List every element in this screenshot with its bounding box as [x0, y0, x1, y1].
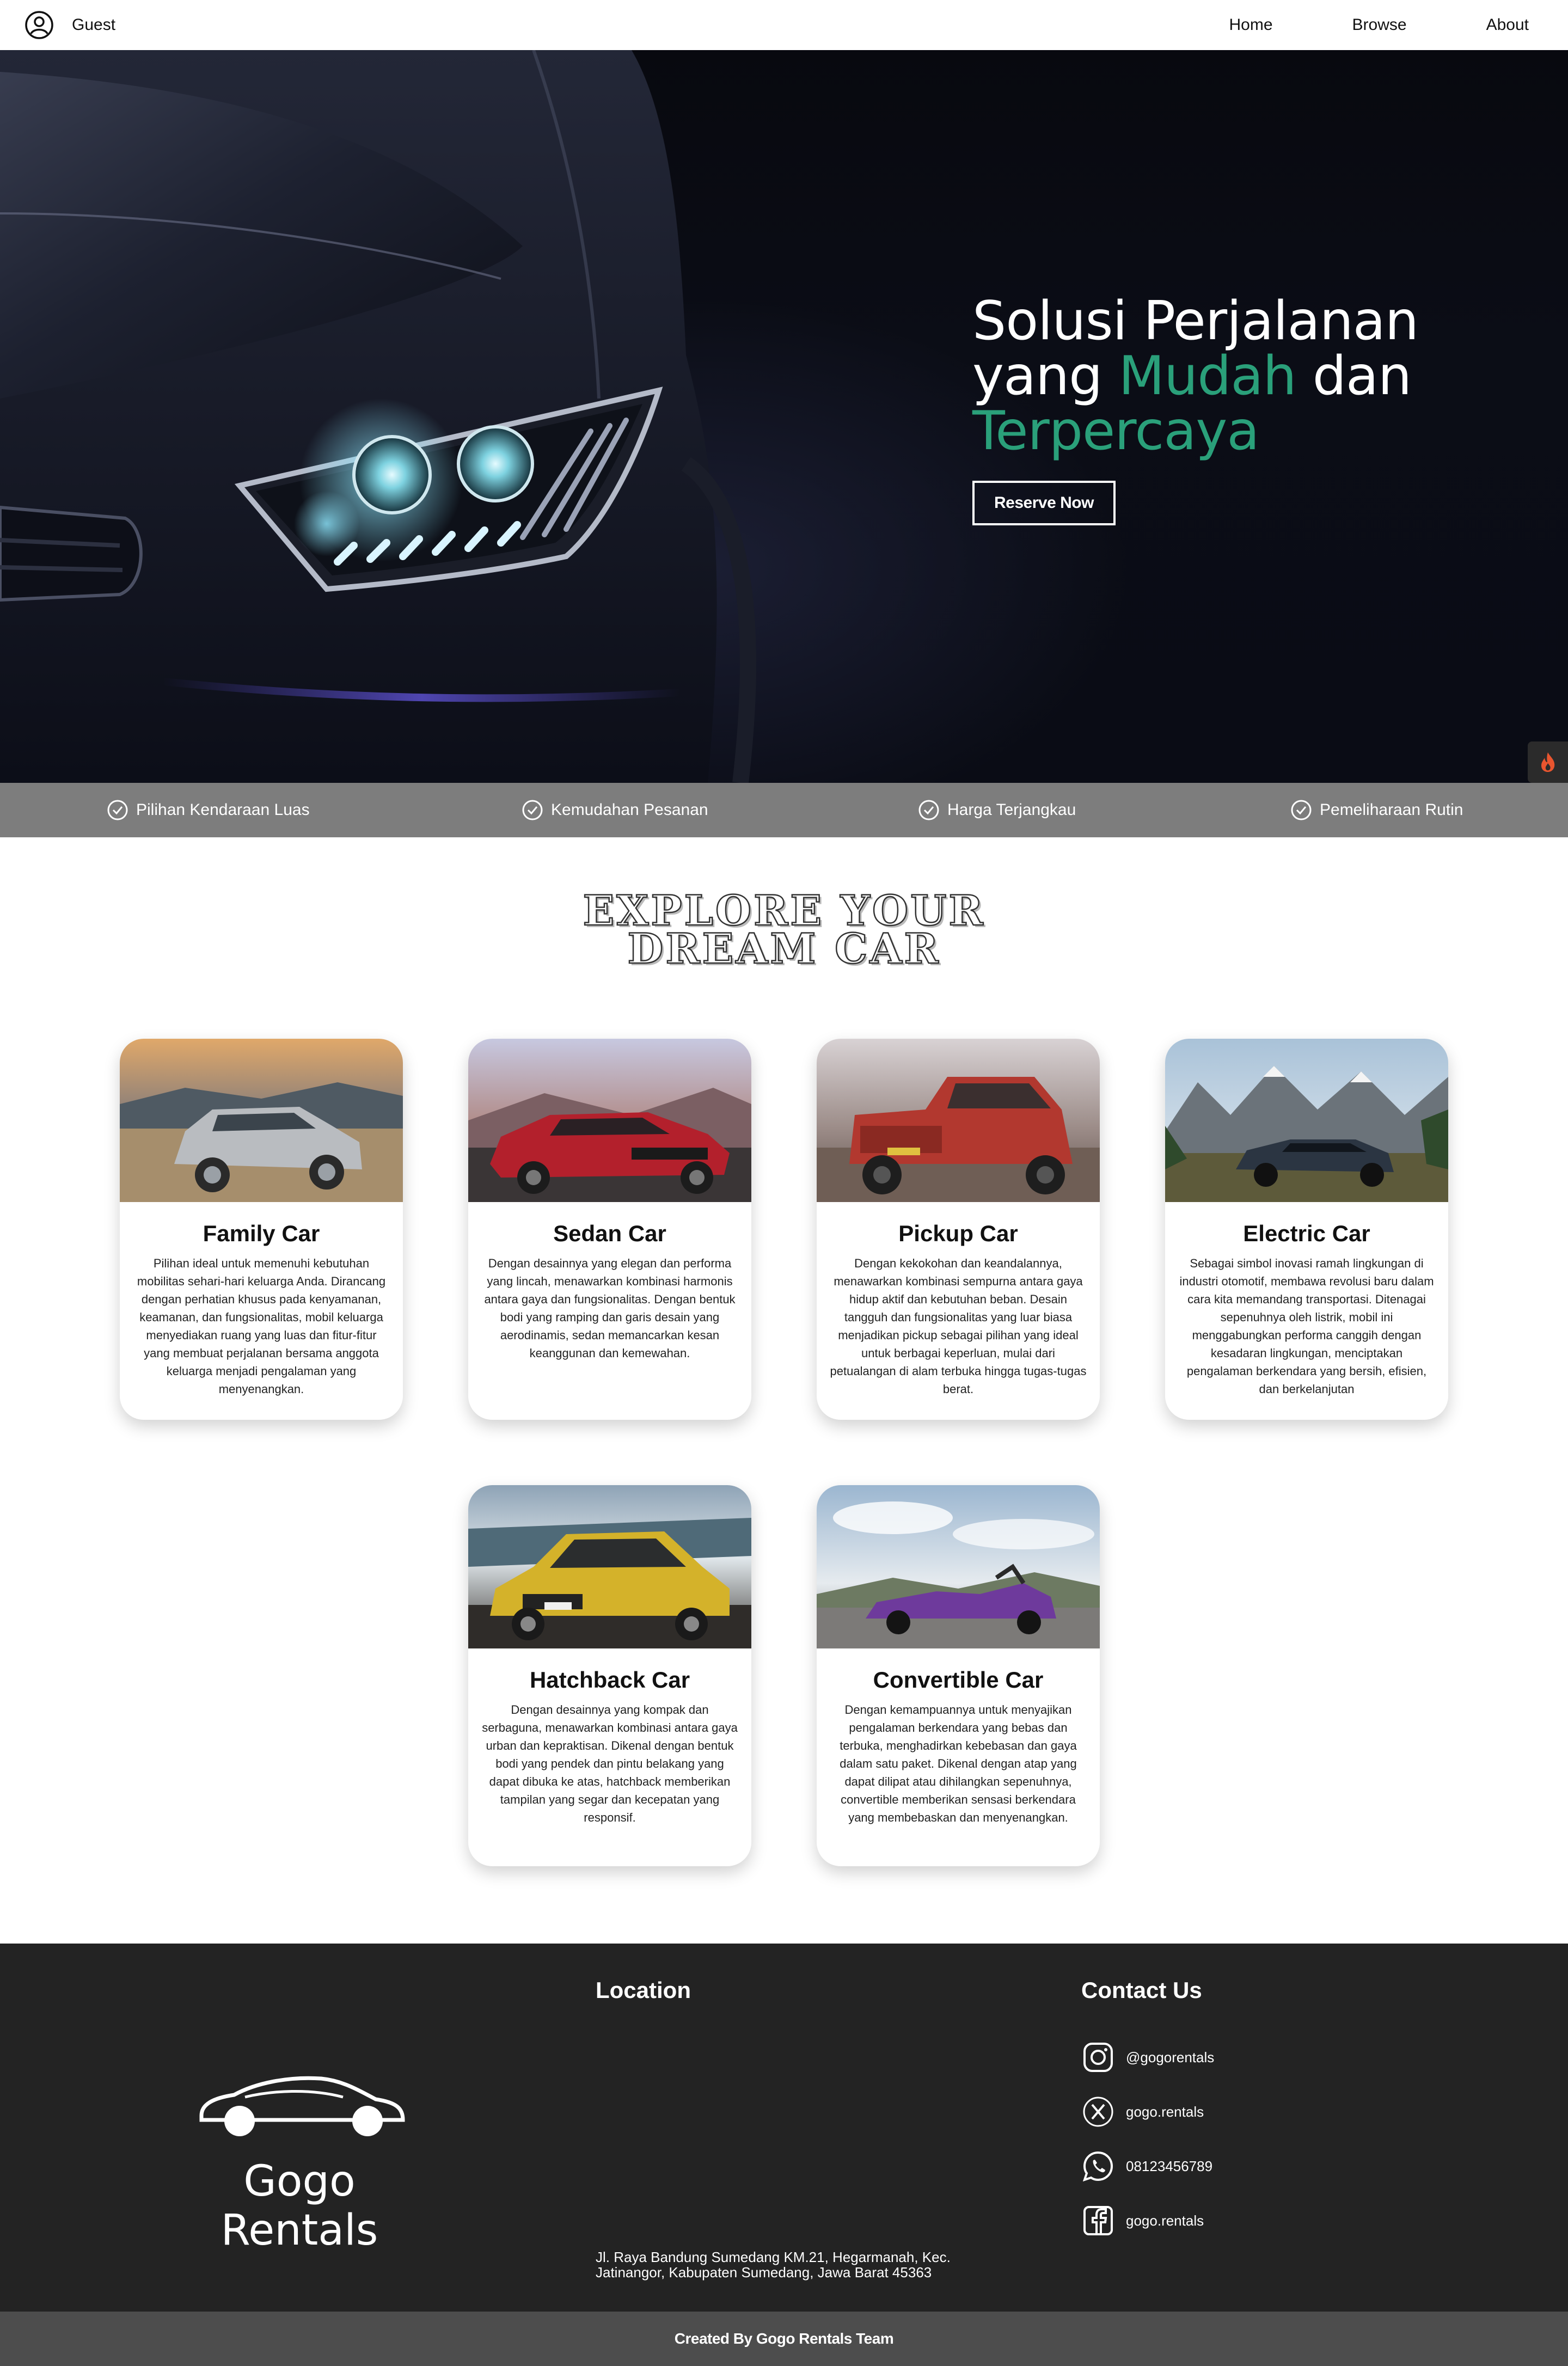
user-circle-icon[interactable]: [24, 10, 54, 40]
hatchback-car-image: [468, 1485, 751, 1648]
convertible-car-image: [817, 1485, 1100, 1648]
contact-label[interactable]: 08123456789: [1126, 2158, 1212, 2175]
feature-label: Pilihan Kendaraan Luas: [136, 801, 310, 819]
footer: Gogo Rentals Location Jl. Raya Bandung S…: [0, 1944, 1568, 2312]
pickup-car-image: [817, 1039, 1100, 1202]
family-car-image: [120, 1039, 403, 1202]
card-description: Pilihan ideal untuk memenuhi kebutuhan m…: [137, 1256, 386, 1396]
nav-links: Home Browse About: [1150, 16, 1529, 34]
nav-home-link[interactable]: Home: [1229, 16, 1273, 34]
car-logo-icon: [199, 2076, 405, 2136]
explore-title-line2: DREAM CAR: [627, 924, 941, 973]
nav-about-link[interactable]: About: [1486, 16, 1529, 34]
card-description: Dengan desainnya yang kompak dan serbagu…: [482, 1703, 738, 1824]
fire-button[interactable]: [1528, 741, 1568, 783]
car-headlight-image: [0, 50, 756, 783]
address-line1: Jl. Raya Bandung Sumedang KM.21, Hegarma…: [596, 2249, 951, 2265]
hero-title-line2b: dan: [1296, 345, 1412, 407]
feature-label: Pemeliharaan Rutin: [1320, 801, 1463, 819]
user-area[interactable]: Guest: [24, 10, 115, 40]
nav-browse-link[interactable]: Browse: [1352, 16, 1407, 34]
explore-section: EXPLORE YOUR DREAM CAR Family Car Piliha…: [0, 837, 1568, 1944]
car-card-electric[interactable]: Electric Car Sebagai simbol inovasi rama…: [1165, 1039, 1448, 1420]
contact-facebook[interactable]: gogo.rentals: [1081, 2204, 1204, 2238]
instagram-icon: [1083, 2043, 1113, 2072]
feature-item: Harga Terjangkau: [918, 783, 1076, 837]
hero-title: Solusi Perjalanan yang Mudah dan Terperc…: [972, 294, 1462, 459]
navbar: Guest Home Browse About: [0, 0, 1568, 50]
guest-label[interactable]: Guest: [72, 16, 115, 34]
x-icon: [1083, 2097, 1113, 2127]
contact-label[interactable]: @gogorentals: [1126, 2049, 1214, 2066]
electric-car-image: [1165, 1039, 1448, 1202]
credit-bar: Created By Gogo Rentals Team: [0, 2312, 1568, 2366]
credit-text: Created By Gogo Rentals Team: [674, 2330, 894, 2347]
card-title: Convertible Car: [873, 1667, 1044, 1693]
contact-instagram[interactable]: @gogorentals: [1081, 2040, 1214, 2074]
feature-item: Kemudahan Pesanan: [522, 783, 708, 837]
sedan-car-image: [468, 1039, 751, 1202]
hero-title-accent-terpercaya: Terpercaya: [972, 400, 1259, 462]
check-circle-icon: [107, 800, 128, 820]
hero-text: Solusi Perjalanan yang Mudah dan Terperc…: [972, 294, 1462, 525]
feature-item: Pemeliharaan Rutin: [1290, 783, 1463, 837]
location-address: Jl. Raya Bandung Sumedang KM.21, Hegarma…: [596, 2249, 1009, 2280]
card-description: Dengan kekokohan dan keandalannya, menaw…: [830, 1256, 1087, 1396]
fire-icon: [1541, 752, 1555, 772]
feature-item: Pilihan Kendaraan Luas: [107, 783, 310, 837]
location-title: Location: [596, 1977, 691, 2003]
contact-label[interactable]: gogo.rentals: [1126, 2212, 1204, 2229]
car-card-convertible[interactable]: Convertible Car Dengan kemampuannya untu…: [817, 1485, 1100, 1866]
brand-name: Gogo Rentals: [220, 2157, 378, 2255]
card-title: Sedan Car: [553, 1221, 666, 1246]
contact-whatsapp[interactable]: 08123456789: [1081, 2149, 1212, 2183]
card-description: Sebagai simbol inovasi ramah lingkungan …: [1179, 1256, 1434, 1396]
car-card-family[interactable]: Family Car Pilihan ideal untuk memenuhi …: [120, 1039, 403, 1420]
car-card-pickup[interactable]: Pickup Car Dengan kekokohan dan keandala…: [817, 1039, 1100, 1420]
explore-title: EXPLORE YOUR DREAM CAR: [0, 889, 1568, 970]
facebook-icon: [1083, 2206, 1113, 2235]
check-circle-icon: [918, 800, 939, 820]
card-title: Electric Car: [1243, 1221, 1370, 1246]
feature-strip: Pilihan Kendaraan Luas Kemudahan Pesanan…: [0, 783, 1568, 837]
card-title: Family Car: [203, 1221, 320, 1246]
contact-title: Contact Us: [1081, 1977, 1202, 2003]
hero-title-accent-mudah: Mudah: [1118, 345, 1297, 407]
feature-label: Kemudahan Pesanan: [551, 801, 708, 819]
address-line2: Jatinangor, Kabupaten Sumedang, Jawa Bar…: [596, 2264, 932, 2281]
card-title: Hatchback Car: [529, 1667, 690, 1693]
feature-label: Harga Terjangkau: [947, 801, 1076, 819]
car-card-sedan[interactable]: Sedan Car Dengan desainnya yang elegan d…: [468, 1039, 751, 1420]
car-card-hatchback[interactable]: Hatchback Car Dengan desainnya yang komp…: [468, 1485, 751, 1866]
card-description: Dengan kemampuannya untuk menyajikan pen…: [840, 1703, 1077, 1824]
hero-title-line2a: yang: [972, 345, 1119, 407]
whatsapp-icon: [1082, 2151, 1113, 2182]
check-circle-icon: [1291, 800, 1312, 820]
hero-title-line1: Solusi Perjalanan: [972, 290, 1419, 352]
reserve-now-button[interactable]: Reserve Now: [972, 481, 1116, 525]
check-circle-icon: [522, 800, 543, 820]
hero-section: Solusi Perjalanan yang Mudah dan Terperc…: [0, 50, 1568, 783]
card-title: Pickup Car: [898, 1221, 1018, 1246]
contact-x[interactable]: gogo.rentals: [1081, 2095, 1204, 2129]
contact-label[interactable]: gogo.rentals: [1126, 2104, 1204, 2120]
card-description: Dengan desainnya yang elegan dan perform…: [484, 1256, 736, 1360]
